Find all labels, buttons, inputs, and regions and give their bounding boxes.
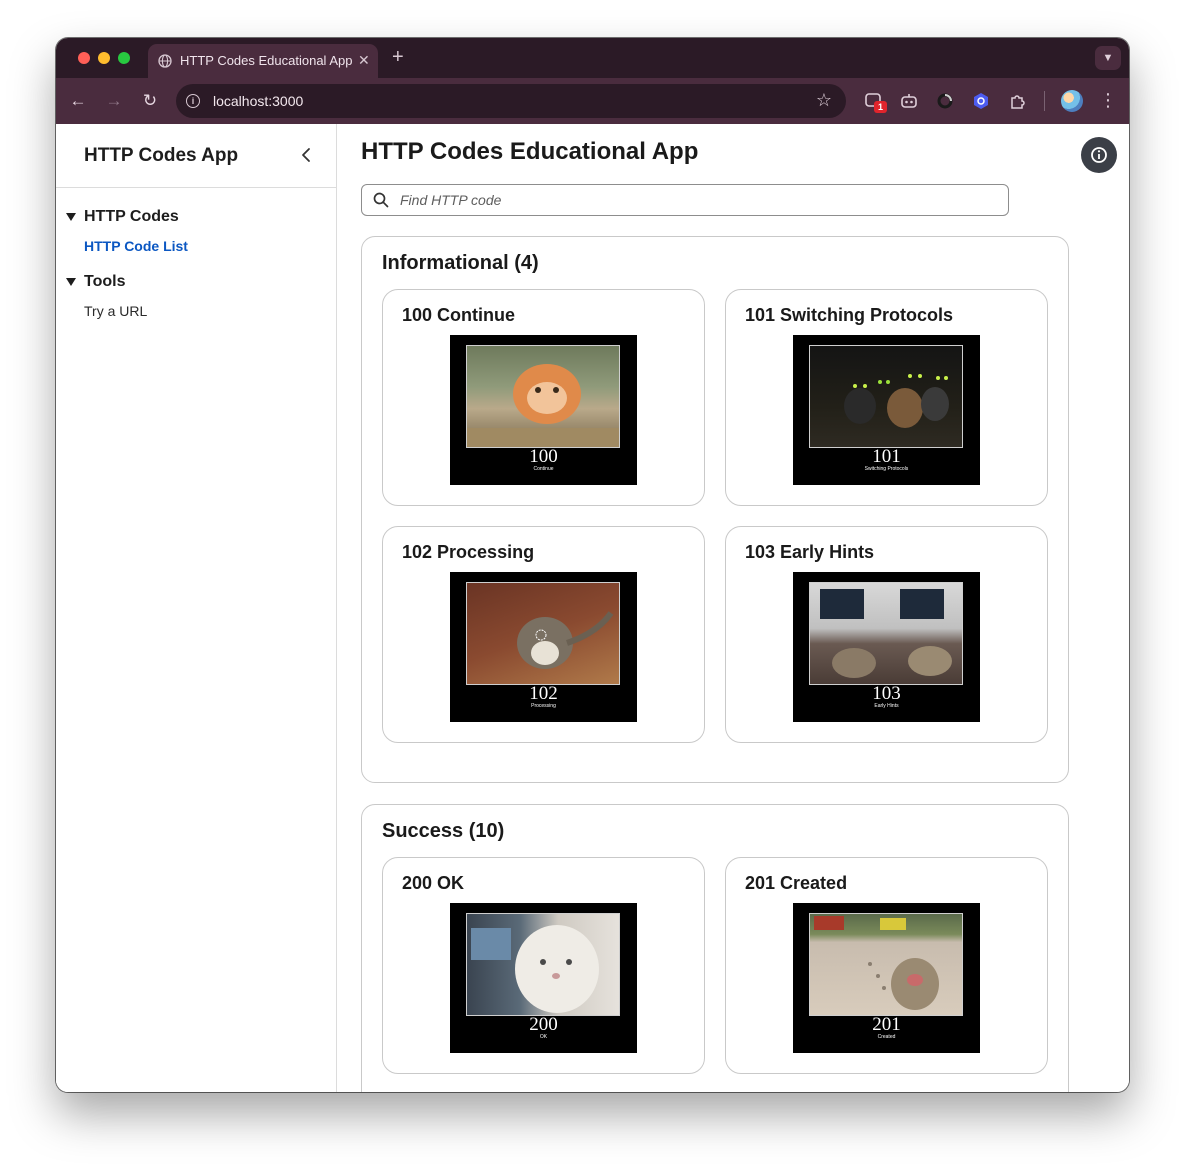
poster-code: 102 — [529, 683, 558, 704]
section-title: Success (10) — [382, 820, 505, 842]
poster-code: 103 — [872, 683, 901, 704]
poster-caption: Switching Protocols — [864, 466, 909, 472]
extension-badge: 1 — [874, 101, 887, 113]
cat-poster-image: 200 OK — [450, 903, 637, 1053]
cat-poster-image: 102 Processing — [450, 572, 637, 722]
card-title: 102 Processing — [402, 542, 535, 562]
close-tab-icon[interactable]: ✕ — [358, 52, 370, 68]
new-tab-button[interactable]: + — [392, 47, 404, 67]
nav-group-label: HTTP Codes — [84, 208, 179, 225]
url-text: localhost:3000 — [213, 93, 304, 109]
nav-group-label: Tools — [84, 273, 126, 290]
http-code-card-103[interactable]: 103 Early Hints 103 Early Hints — [725, 526, 1048, 743]
poster-caption: Created — [877, 1034, 896, 1040]
cat-poster-image: 201 Created — [793, 903, 980, 1053]
sidebar-header: HTTP Codes App — [56, 124, 336, 188]
card-title: 101 Switching Protocols — [745, 305, 954, 325]
http-code-card-102[interactable]: 102 Processing 102 Processing — [382, 526, 705, 743]
caret-down-icon — [66, 278, 76, 286]
back-button[interactable]: ← — [68, 91, 88, 111]
nav-group-http-codes[interactable]: HTTP Codes — [56, 204, 336, 230]
more-menu-icon[interactable]: ⋮ — [1099, 88, 1117, 112]
forward-button[interactable]: → — [104, 91, 124, 111]
poster-caption: Continue — [533, 466, 554, 472]
http-code-card-101[interactable]: 101 Switching Protocols 101 Switching Pr… — [725, 289, 1048, 506]
search-field[interactable] — [361, 184, 1009, 216]
poster-caption: Early Hints — [874, 703, 899, 709]
cat-poster-image: 103 Early Hints — [793, 572, 980, 722]
minimize-window-button[interactable] — [98, 52, 110, 64]
extension-shield-icon[interactable] — [971, 91, 991, 111]
section-informational: Informational (4) 100 Continue 100 Conti… — [361, 236, 1069, 783]
reload-button[interactable]: ↻ — [140, 91, 160, 111]
sidebar-item-try-a-url[interactable]: Try a URL — [84, 303, 147, 319]
section-success: Success (10) 200 OK 200 OK 201 Created 2… — [361, 804, 1069, 1092]
search-icon — [373, 192, 389, 208]
poster-code: 100 — [529, 446, 558, 467]
globe-icon — [158, 54, 172, 68]
extension-sync-icon[interactable] — [935, 91, 955, 111]
poster-code: 101 — [872, 446, 901, 467]
card-title: 100 Continue — [402, 305, 516, 325]
poster-code: 201 — [872, 1014, 901, 1035]
info-icon — [1091, 147, 1107, 163]
poster-caption: Processing — [531, 703, 556, 709]
main-content: HTTP Codes Educational App Informational… — [337, 124, 1129, 1092]
sidebar-item-http-code-list[interactable]: HTTP Code List — [84, 238, 188, 254]
app-title: HTTP Codes App — [84, 145, 239, 166]
http-code-card-100[interactable]: 100 Continue 100 Continue — [382, 289, 705, 506]
sidebar: HTTP Codes App HTTP Codes HTTP Code List… — [56, 124, 337, 1092]
extension-robot-icon[interactable] — [899, 91, 919, 111]
browser-tab[interactable]: HTTP Codes Educational App ✕ — [148, 44, 378, 78]
cat-poster-image: 101 Switching Protocols — [793, 335, 980, 485]
maximize-window-button[interactable] — [118, 52, 130, 64]
card-title: 201 Created — [745, 873, 848, 893]
http-code-card-200[interactable]: 200 OK 200 OK — [382, 857, 705, 1074]
tab-search-button[interactable]: ▼ — [1095, 46, 1121, 70]
tab-title: HTTP Codes Educational App — [180, 53, 353, 68]
address-bar[interactable]: i localhost:3000 ☆ — [176, 84, 846, 118]
nav-group-tools[interactable]: Tools — [56, 269, 336, 295]
chevron-left-icon[interactable] — [296, 144, 316, 166]
bookmark-star-icon[interactable]: ☆ — [816, 90, 832, 111]
browser-window: HTTP Codes Educational App ✕ + ▼ ← → ↻ i… — [56, 38, 1129, 1092]
poster-code: 200 — [529, 1014, 558, 1035]
app-viewport: HTTP Codes App HTTP Codes HTTP Code List… — [56, 124, 1129, 1092]
section-title: Informational (4) — [382, 252, 539, 274]
profile-avatar[interactable] — [1061, 90, 1083, 112]
card-title: 200 OK — [402, 873, 465, 893]
close-window-button[interactable] — [78, 52, 90, 64]
page-title: HTTP Codes Educational App — [361, 138, 699, 165]
cat-poster-image: 100 Continue — [450, 335, 637, 485]
card-title: 103 Early Hints — [745, 542, 875, 562]
about-button[interactable] — [1081, 137, 1117, 173]
poster-caption: OK — [539, 1034, 548, 1040]
extension-monitor-icon[interactable]: 1 — [864, 91, 887, 113]
search-input[interactable] — [398, 188, 992, 212]
caret-down-icon — [66, 213, 76, 221]
toolbar-divider — [1044, 91, 1045, 111]
site-info-icon[interactable]: i — [186, 94, 200, 108]
extensions-puzzle-icon[interactable] — [1008, 91, 1028, 111]
browser-toolbar: ← → ↻ i localhost:3000 ☆ 1 ⋮ — [56, 78, 1129, 124]
http-code-card-201[interactable]: 201 Created 201 Created — [725, 857, 1048, 1074]
tab-bar: HTTP Codes Educational App ✕ + ▼ — [56, 38, 1129, 78]
